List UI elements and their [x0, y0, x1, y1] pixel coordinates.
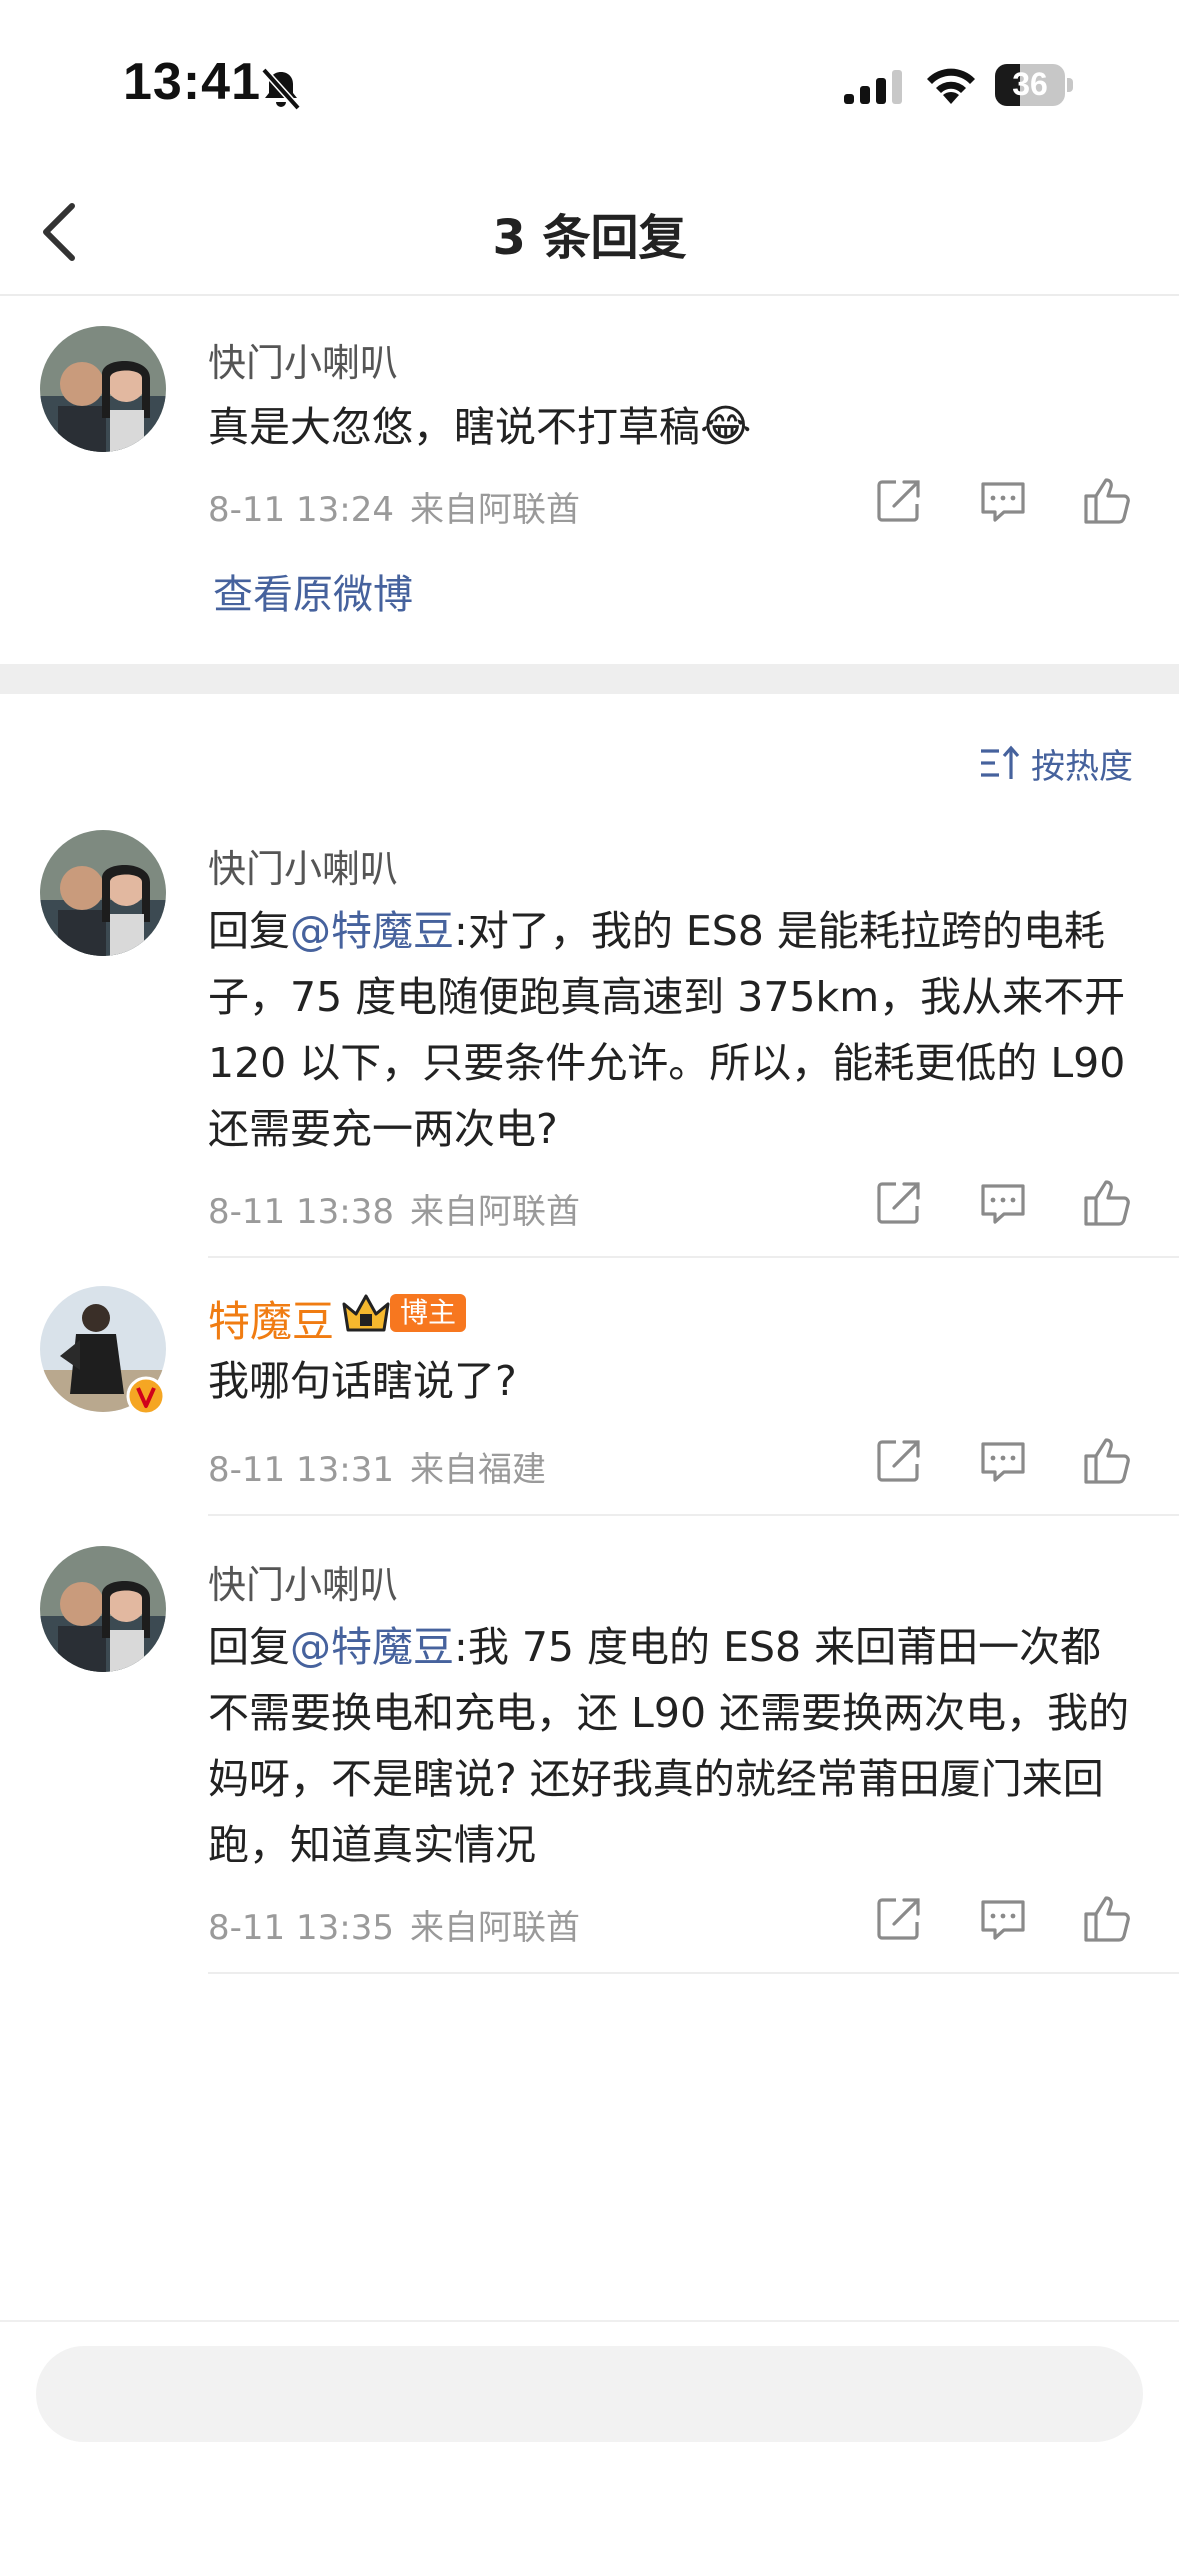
- wifi-icon: [927, 68, 975, 104]
- crown-icon: [342, 1294, 390, 1332]
- view-original-weibo-link[interactable]: 查看原微博: [213, 562, 413, 620]
- comment-icon[interactable]: [976, 1892, 1030, 1946]
- status-bar: 13:41 36: [0, 0, 1179, 170]
- cellular-signal-icon: [844, 70, 902, 104]
- avatar[interactable]: [40, 830, 166, 956]
- comment-location: 来自阿联酋: [409, 490, 580, 530]
- share-icon[interactable]: [872, 1434, 926, 1488]
- reply-input[interactable]: [36, 2346, 1143, 2442]
- silent-bell-icon: [261, 67, 301, 111]
- original-comment: 快门小喇叭 真是大忽悠，瞎说不打草稿😂 8-11 13:24 来自阿联酋 查看原微…: [0, 318, 1179, 664]
- mention-link[interactable]: @特魔豆: [290, 1623, 454, 1671]
- blogger-badge: 博主: [390, 1294, 467, 1332]
- comment-time: 8-11 13:24: [208, 490, 394, 530]
- like-icon[interactable]: [1080, 1892, 1134, 1946]
- avatar[interactable]: [40, 1546, 166, 1672]
- reply-prefix: 回复: [208, 1623, 290, 1671]
- comment-icon[interactable]: [976, 1434, 1030, 1488]
- reply-prefix: 回复: [208, 907, 290, 955]
- reply-input-bar: [0, 2320, 1179, 2558]
- reply-meta: 8-11 13:38 来自阿联酋: [208, 1184, 580, 1233]
- reply-meta: 8-11 13:35 来自阿联酋: [208, 1900, 580, 1949]
- reply-time: 8-11 13:38: [208, 1192, 394, 1232]
- reply-location: 来自福建: [409, 1450, 546, 1490]
- reply-time: 8-11 13:35: [208, 1908, 394, 1948]
- share-icon[interactable]: [872, 474, 926, 528]
- battery-indicator: 36: [995, 64, 1073, 106]
- username[interactable]: 特魔豆: [208, 1288, 334, 1349]
- like-icon[interactable]: [1080, 1176, 1134, 1230]
- reply-location: 来自阿联酋: [409, 1908, 580, 1948]
- comment-icon[interactable]: [976, 474, 1030, 528]
- sort-icon: [981, 745, 1020, 779]
- status-time: 13:41: [123, 53, 261, 111]
- sort-by-popularity-button[interactable]: 按热度: [979, 738, 1133, 788]
- mention-link[interactable]: @特魔豆: [290, 907, 454, 955]
- reply-text: 回复@特魔豆:我 75 度电的 ES8 来回莆田一次都不需要换电和充电，还 L9…: [208, 1614, 1138, 1878]
- section-divider: [0, 664, 1179, 694]
- comment-text: 真是大忽悠，瞎说不打草稿😂: [208, 394, 1138, 460]
- nav-bar: 3 条回复: [0, 170, 1179, 296]
- comment-meta: 8-11 13:24 来自阿联酋: [208, 482, 580, 531]
- divider: [208, 1256, 1179, 1258]
- username[interactable]: 快门小喇叭: [208, 332, 398, 387]
- share-icon[interactable]: [872, 1176, 926, 1230]
- laughing-crying-emoji-icon: 😂: [700, 401, 752, 452]
- username[interactable]: 快门小喇叭: [208, 838, 398, 893]
- reply-item: 快门小喇叭 回复@特魔豆:对了，我的 ES8 是能耗拉跨的电耗子，75 度电随便…: [0, 830, 1179, 1260]
- reply-item: 特魔豆 博主 我哪句话瞎说了? 8-11 13:31 来自福建: [0, 1286, 1179, 1516]
- reply-item: 快门小喇叭 回复@特魔豆:我 75 度电的 ES8 来回莆田一次都不需要换电和充…: [0, 1546, 1179, 1976]
- page-title: 3 条回复: [492, 210, 687, 266]
- comment-body: 真是大忽悠，瞎说不打草稿: [208, 403, 700, 451]
- like-icon[interactable]: [1080, 474, 1134, 528]
- reply-text: 回复@特魔豆:对了，我的 ES8 是能耗拉跨的电耗子，75 度电随便跑真高速到 …: [208, 898, 1138, 1162]
- comment-icon[interactable]: [976, 1176, 1030, 1230]
- verified-badge-icon: [126, 1376, 166, 1416]
- battery-percent: 36: [1012, 66, 1048, 102]
- like-icon[interactable]: [1080, 1434, 1134, 1488]
- divider: [208, 1514, 1179, 1516]
- username[interactable]: 快门小喇叭: [208, 1554, 398, 1609]
- reply-text: 我哪句话瞎说了?: [208, 1357, 517, 1405]
- divider: [208, 1972, 1179, 1974]
- reply-location: 来自阿联酋: [409, 1192, 580, 1232]
- reply-time: 8-11 13:31: [208, 1450, 394, 1490]
- home-indicator: [380, 2532, 800, 2544]
- sort-label: 按热度: [1031, 746, 1133, 787]
- avatar[interactable]: [40, 326, 166, 452]
- share-icon[interactable]: [872, 1892, 926, 1946]
- reply-meta: 8-11 13:31 来自福建: [208, 1442, 546, 1491]
